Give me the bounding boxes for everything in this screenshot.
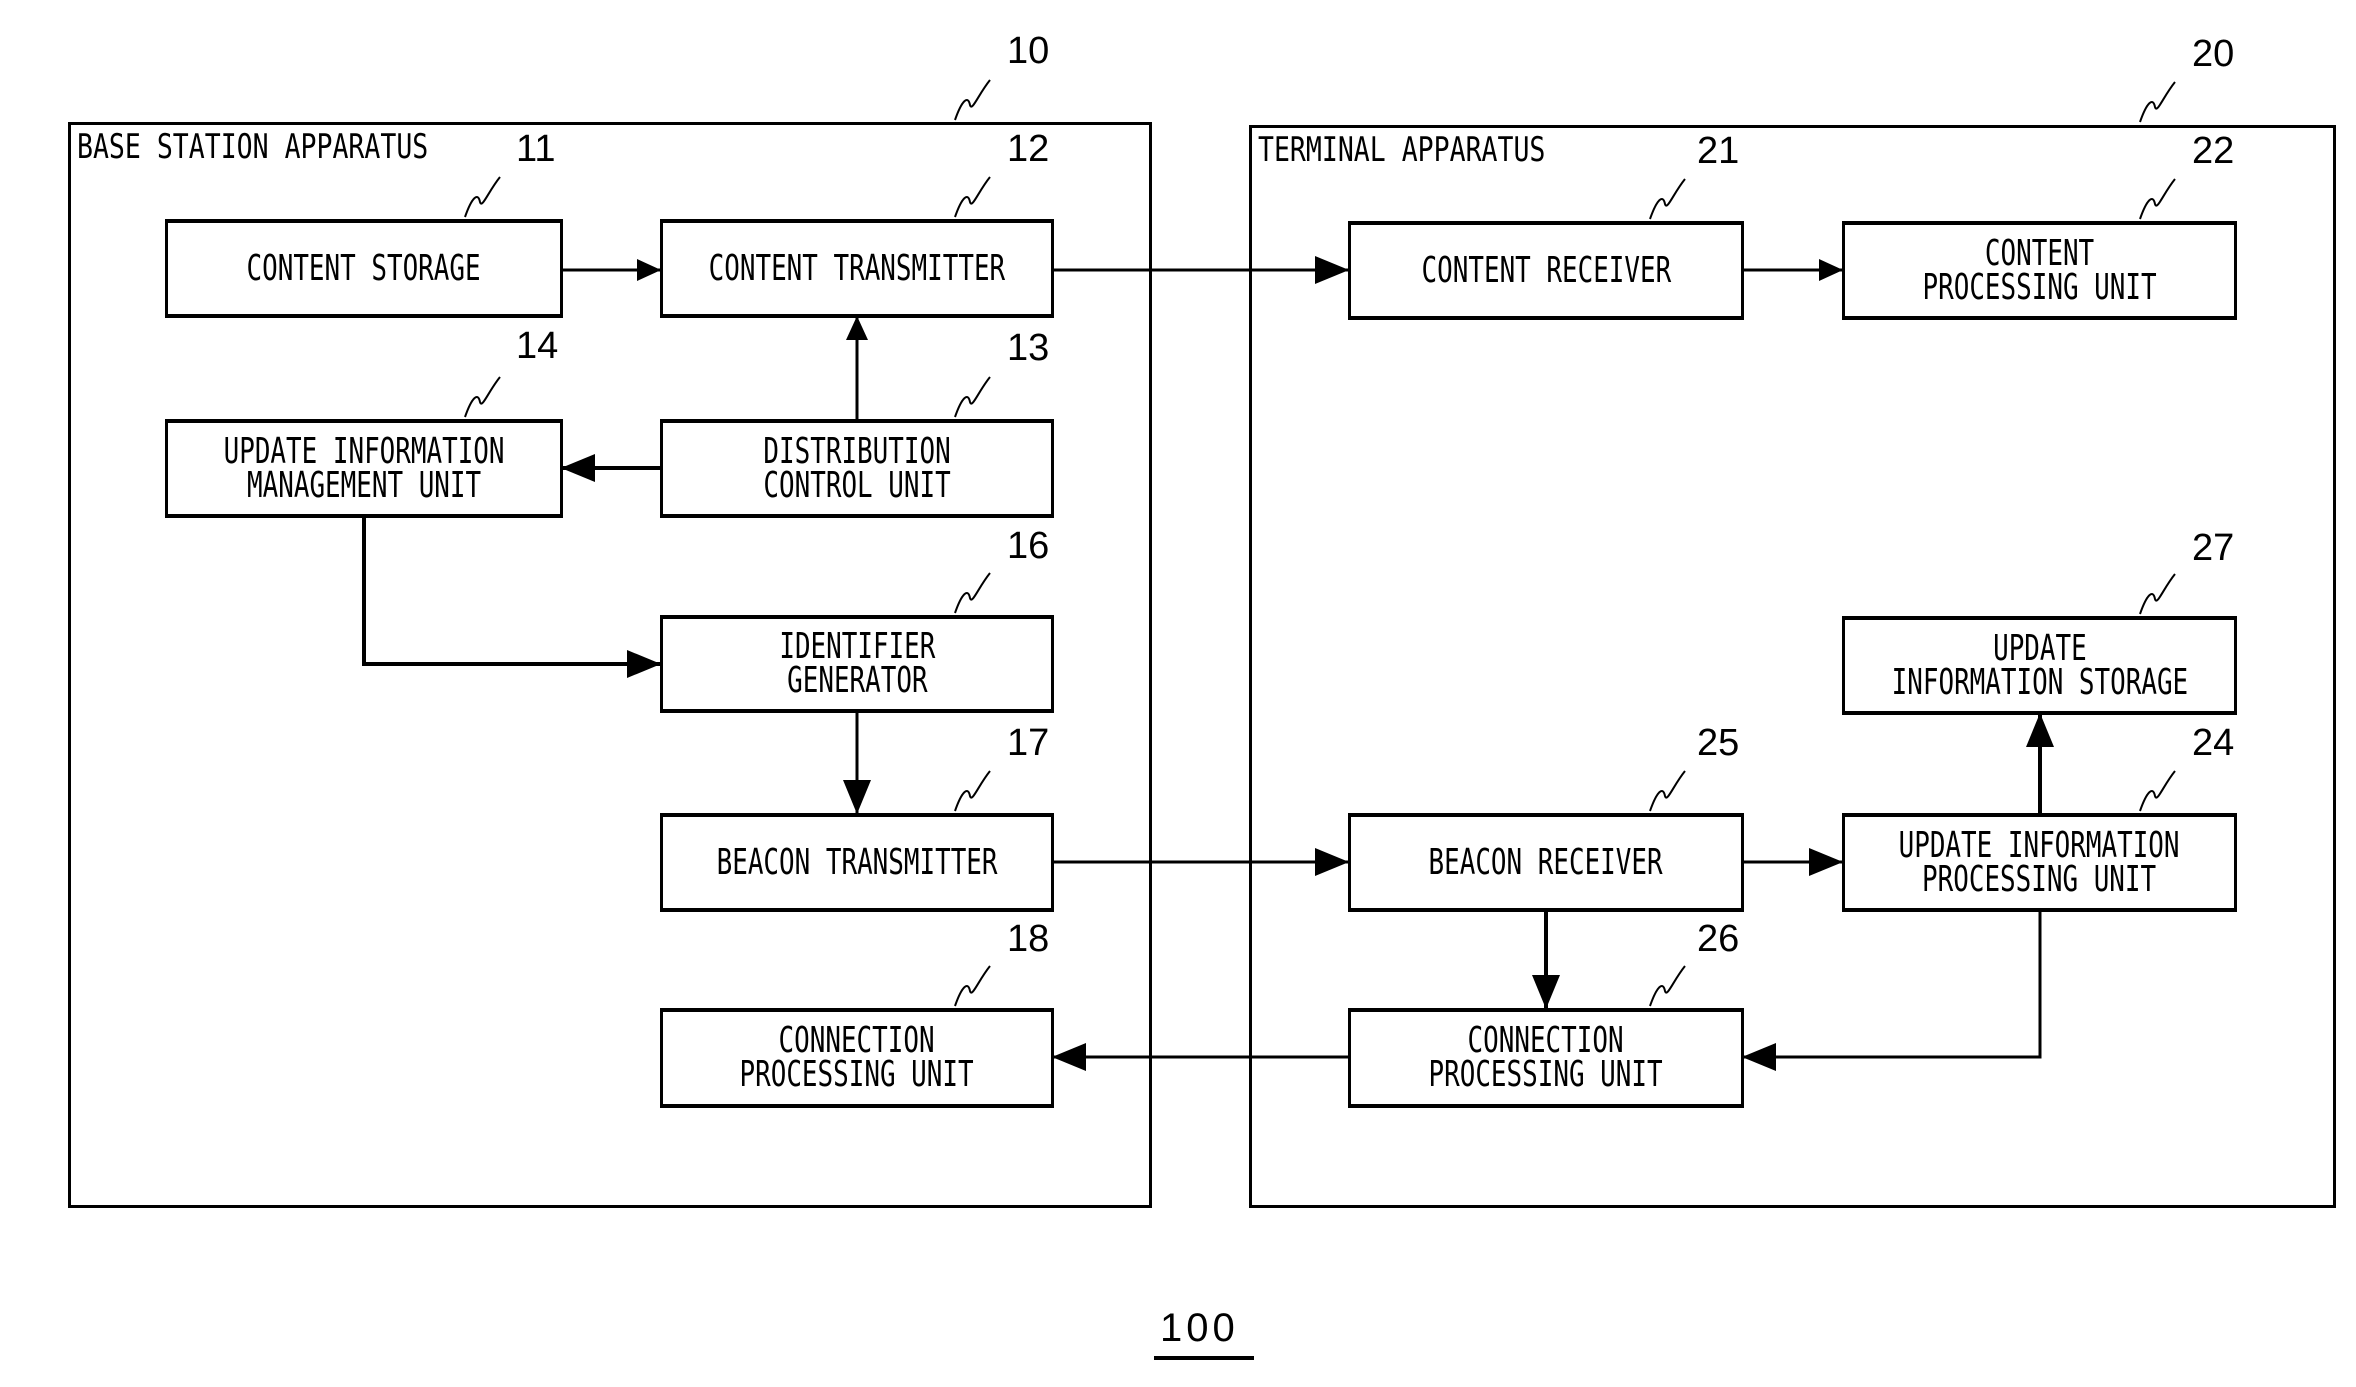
- block-content-processing: CONTENT PROCESSING UNIT: [1842, 221, 2237, 320]
- block-update-info-processing: UPDATE INFORMATION PROCESSING UNIT: [1842, 813, 2237, 912]
- block-identifier-generator-label: IDENTIFIER GENERATOR: [778, 626, 936, 701]
- leader-21: [1649, 178, 1686, 220]
- block-terminal-connection-processing-label: CONNECTION PROCESSING UNIT: [1428, 1020, 1664, 1095]
- block-content-processing-label: CONTENT PROCESSING UNIT: [1922, 232, 2157, 308]
- ref-11: 11: [516, 128, 556, 170]
- ref-10: 10: [1007, 30, 1050, 72]
- arrow-24-to-26: [1742, 911, 2042, 1071]
- ref-27: 27: [2192, 527, 2235, 569]
- block-beacon-transmitter: BEACON TRANSMITTER: [660, 813, 1054, 912]
- leader-20: [2139, 81, 2176, 123]
- leader-13: [954, 376, 991, 418]
- block-beacon-receiver-label: BEACON RECEIVER: [1428, 841, 1664, 883]
- ref-20: 20: [2192, 33, 2235, 75]
- ref-12: 12: [1007, 128, 1050, 170]
- block-content-storage: CONTENT STORAGE: [165, 219, 563, 318]
- block-identifier-generator: IDENTIFIER GENERATOR: [660, 615, 1054, 713]
- block-beacon-transmitter-label: BEACON TRANSMITTER: [716, 841, 998, 883]
- figure-label-underline: [1154, 1356, 1254, 1360]
- leader-27: [2139, 573, 2176, 615]
- block-terminal-connection-processing: CONNECTION PROCESSING UNIT: [1348, 1008, 1744, 1108]
- leader-17: [954, 770, 991, 812]
- block-update-info-management-label: UPDATE INFORMATION MANAGEMENT UNIT: [223, 430, 505, 506]
- leader-11: [464, 176, 501, 218]
- block-beacon-receiver: BEACON RECEIVER: [1348, 813, 1744, 912]
- ref-21: 21: [1697, 130, 1740, 172]
- ref-16: 16: [1007, 525, 1050, 567]
- block-update-info-storage-label: UPDATE INFORMATION STORAGE: [1891, 627, 2188, 703]
- block-update-info-storage: UPDATE INFORMATION STORAGE: [1842, 616, 2237, 715]
- ref-13: 13: [1007, 327, 1050, 369]
- leader-22: [2139, 178, 2176, 220]
- arrow-14-to-16: [362, 517, 661, 678]
- block-content-receiver: CONTENT RECEIVER: [1348, 221, 1744, 320]
- figure-label: 100: [1160, 1306, 1239, 1350]
- leader-18: [954, 965, 991, 1007]
- block-update-info-processing-label: UPDATE INFORMATION PROCESSING UNIT: [1899, 824, 2180, 900]
- block-base-connection-processing: CONNECTION PROCESSING UNIT: [660, 1008, 1054, 1108]
- leader-10: [954, 79, 991, 121]
- block-base-connection-processing-label: CONNECTION PROCESSING UNIT: [739, 1020, 975, 1095]
- leader-25: [1649, 770, 1686, 812]
- leader-12: [954, 176, 991, 218]
- ref-26: 26: [1697, 918, 1740, 960]
- leader-26: [1649, 965, 1686, 1007]
- ref-22: 22: [2192, 130, 2235, 172]
- block-distribution-control-label: DISTRIBUTION CONTROL UNIT: [763, 430, 951, 506]
- ref-25: 25: [1697, 722, 1740, 764]
- block-content-receiver-label: CONTENT RECEIVER: [1421, 249, 1671, 291]
- block-content-transmitter-label: CONTENT TRANSMITTER: [708, 247, 1006, 289]
- ref-24: 24: [2192, 722, 2235, 764]
- ref-14: 14: [516, 325, 559, 367]
- ref-18: 18: [1007, 918, 1050, 960]
- block-update-info-management: UPDATE INFORMATION MANAGEMENT UNIT: [165, 419, 563, 518]
- block-distribution-control: DISTRIBUTION CONTROL UNIT: [660, 419, 1054, 518]
- block-content-transmitter: CONTENT TRANSMITTER: [660, 219, 1054, 318]
- leader-16: [954, 572, 991, 614]
- leader-14: [464, 376, 501, 418]
- leader-24: [2139, 770, 2176, 812]
- block-content-storage-label: CONTENT STORAGE: [246, 247, 482, 289]
- ref-17: 17: [1007, 722, 1050, 764]
